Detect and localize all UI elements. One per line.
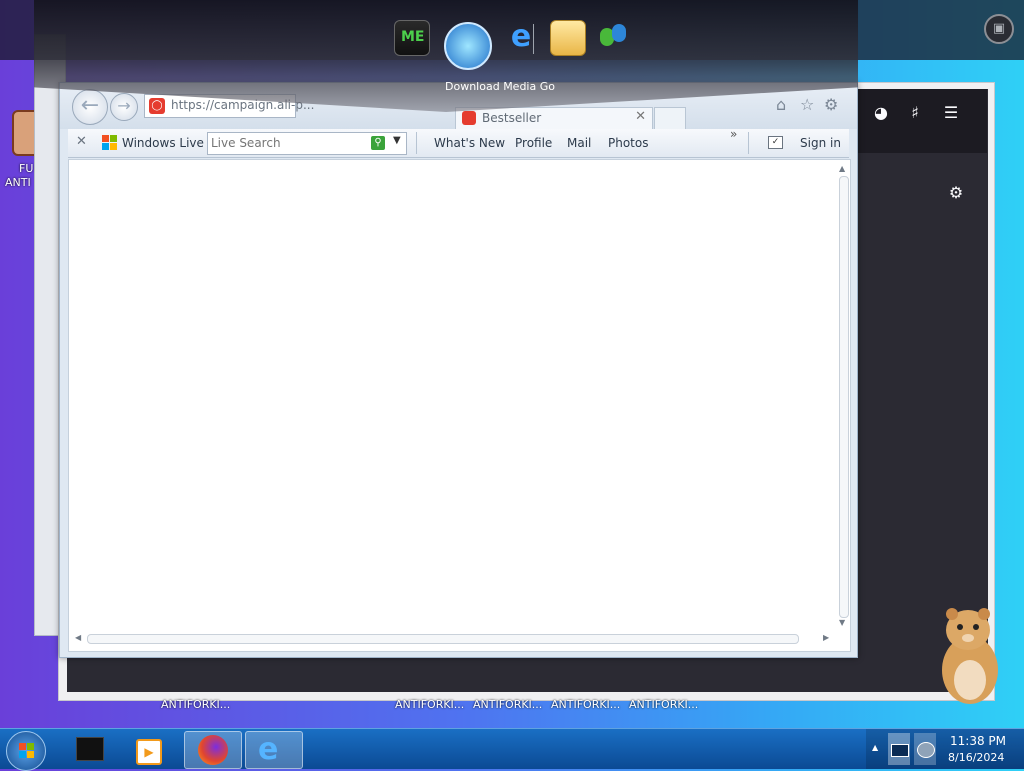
link-mail[interactable]: Mail — [567, 136, 591, 150]
start-button[interactable] — [6, 731, 46, 771]
menu-icon[interactable]: ☰ — [939, 101, 963, 125]
network-icon[interactable] — [891, 744, 909, 757]
toolbar-divider — [748, 132, 749, 154]
clock-time[interactable]: 11:38 PM — [950, 734, 1006, 748]
search-dropdown-icon[interactable]: ▼ — [393, 135, 401, 146]
favorites-star-icon[interactable]: ☆ — [800, 95, 814, 114]
desktop-label[interactable]: ANTIFORKI... — [395, 698, 464, 711]
hamster-mascot — [930, 600, 1010, 710]
volume-icon[interactable] — [917, 742, 935, 758]
taskbar-black-box-app[interactable] — [62, 731, 118, 767]
black-box-icon — [76, 737, 104, 761]
sign-in-link[interactable]: Sign in — [800, 136, 841, 150]
scroll-up-icon[interactable]: ▲ — [839, 164, 845, 173]
taskbar-media-player[interactable]: ▶ — [122, 731, 178, 767]
show-hidden-icons[interactable]: ▲ — [872, 743, 878, 752]
tray-highlight — [914, 733, 936, 765]
site-favicon-icon: ◯ — [149, 98, 165, 114]
internet-explorer-taskbar-icon: e — [258, 732, 279, 767]
settings-gear-icon[interactable]: ⚙ — [944, 181, 968, 205]
desktop-label[interactable]: ANTIFORKI... — [629, 698, 698, 711]
vertical-scrollbar[interactable]: ▲ ▼ — [836, 164, 849, 627]
tab-bestseller[interactable]: Bestseller ✕ — [455, 107, 653, 130]
horizontal-scroll-thumb[interactable] — [87, 634, 799, 644]
media-player-icon: ▶ — [136, 739, 162, 765]
desktop-label[interactable]: ANTIFORKI... — [161, 698, 230, 711]
live-search-input[interactable] — [211, 135, 361, 150]
extensions-icon[interactable]: ♯ — [903, 101, 927, 125]
media-app-icon[interactable]: ME — [394, 20, 430, 56]
link-photos[interactable]: Photos — [608, 136, 648, 150]
windows-live-toolbar: ✕ Windows Live ⚲ ▼ What's New Profile Ma… — [68, 127, 849, 158]
clock-date[interactable]: 8/16/2024 — [948, 751, 1004, 764]
vertical-scroll-thumb[interactable] — [839, 176, 849, 618]
briefcase-icon[interactable]: ▣ — [984, 14, 1014, 44]
new-tab-button[interactable] — [654, 107, 686, 130]
live-search-box: ⚲ ▼ — [207, 132, 407, 155]
tab-favicon-icon — [462, 111, 476, 125]
desktop-label[interactable]: ANTIFORKI... — [551, 698, 620, 711]
link-whats-new[interactable]: What's New — [434, 136, 505, 150]
link-profile[interactable]: Profile — [515, 136, 552, 150]
page-content[interactable]: ▲ ▼ ◀ ▶ — [68, 159, 851, 652]
firefox-nav-bar: ◕ ♯ ☰ — [847, 89, 987, 153]
scroll-down-icon[interactable]: ▼ — [839, 618, 845, 627]
tools-gear-icon[interactable]: ⚙ — [824, 95, 838, 114]
folder-icon[interactable] — [550, 20, 586, 56]
windows-live-label[interactable]: Windows Live — [122, 136, 204, 150]
scroll-left-icon[interactable]: ◀ — [75, 633, 81, 642]
tab-title: Bestseller — [482, 111, 542, 125]
toolbar-divider — [416, 132, 417, 154]
horizontal-scrollbar[interactable]: ◀ ▶ — [73, 632, 833, 644]
desktop-label[interactable]: ANTIFORKI... — [473, 698, 542, 711]
forward-button[interactable]: → — [110, 93, 138, 121]
internet-explorer-icon[interactable]: e — [504, 20, 538, 54]
media-go-icon[interactable] — [444, 22, 492, 70]
more-chevron-icon[interactable]: » — [730, 127, 737, 141]
dock-caption: Download Media Go — [445, 80, 555, 93]
search-go-icon[interactable]: ⚲ — [371, 136, 385, 150]
back-button[interactable]: ← — [72, 89, 108, 125]
scroll-right-icon[interactable]: ▶ — [823, 633, 829, 642]
close-toolbar-icon[interactable]: ✕ — [76, 134, 87, 149]
taskbar-internet-explorer[interactable]: e — [245, 731, 303, 769]
messenger-icon[interactable] — [596, 20, 630, 54]
tray-highlight — [888, 733, 910, 765]
internet-explorer-window: ← → ◯ https://campaign.ali-p... Bestsell… — [59, 82, 858, 658]
taskbar-firefox[interactable] — [184, 731, 242, 769]
windows-logo-icon — [102, 135, 118, 151]
taskbar: ▶ e ▲ — [0, 728, 1024, 771]
firefox-icon — [198, 735, 228, 765]
signin-check-icon: ✓ — [768, 136, 783, 149]
pocket-icon[interactable]: ◕ — [869, 101, 893, 125]
close-tab-icon[interactable]: ✕ — [635, 109, 646, 124]
home-icon[interactable]: ⌂ — [776, 95, 786, 114]
